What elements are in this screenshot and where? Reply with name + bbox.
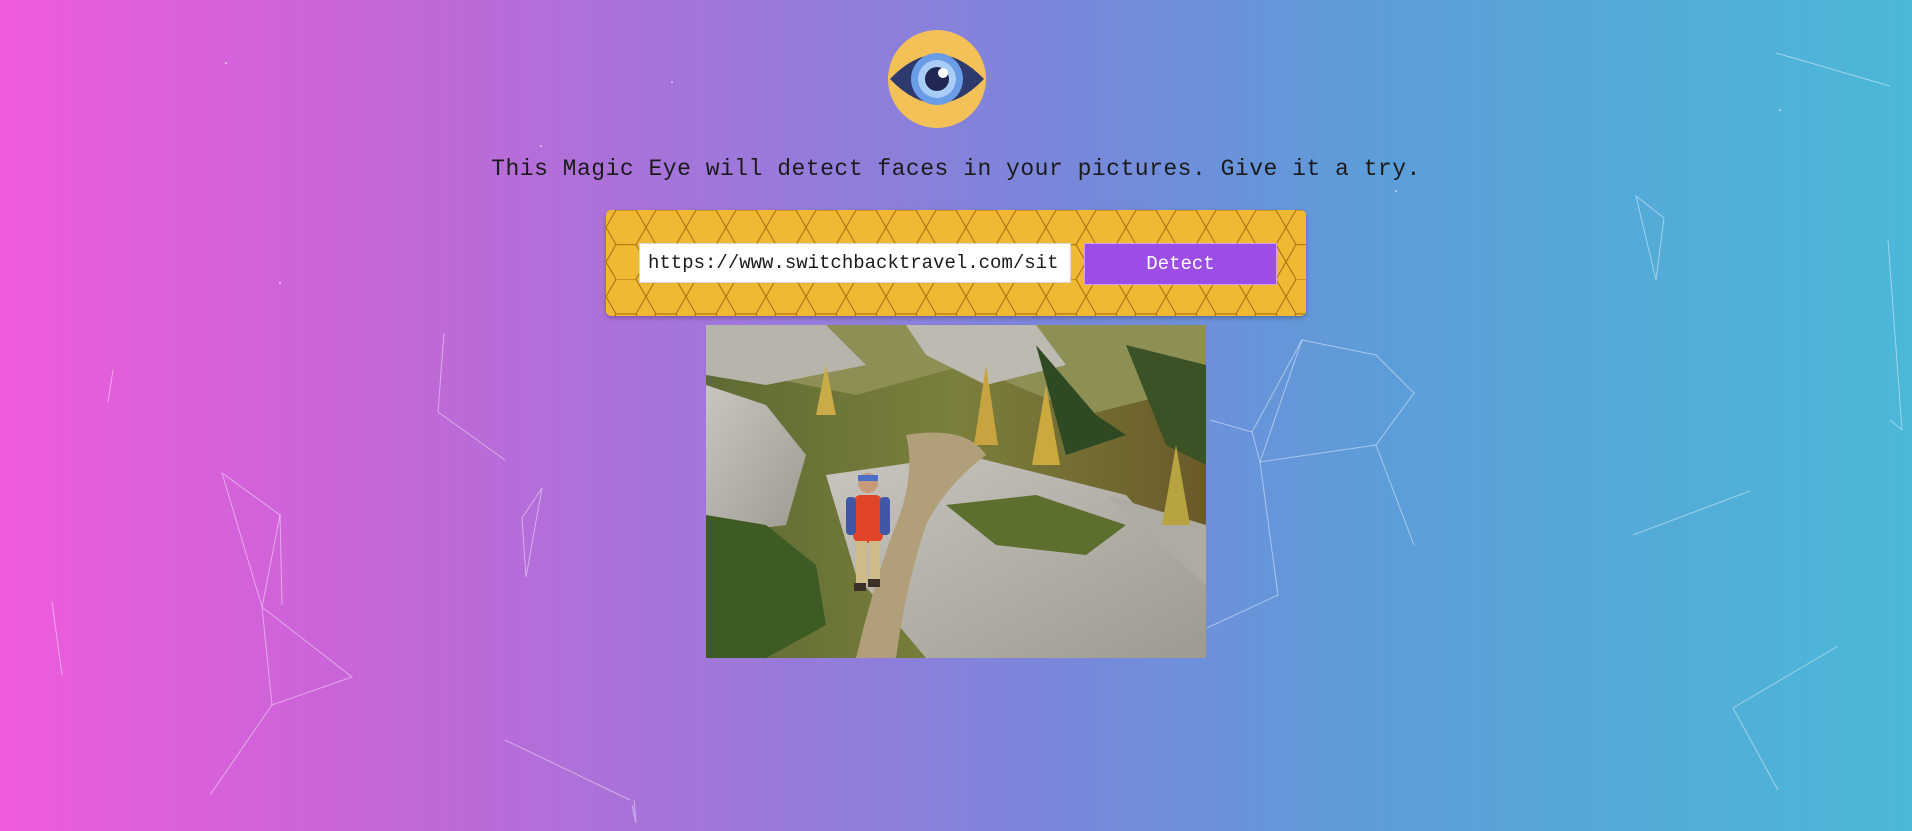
eye-icon: [888, 30, 986, 128]
image-url-input[interactable]: [639, 243, 1071, 283]
uploaded-photo: [706, 325, 1206, 658]
url-search-panel: Detect: [606, 210, 1306, 316]
detect-button[interactable]: Detect: [1084, 243, 1277, 285]
page-tagline: This Magic Eye will detect faces in your…: [491, 156, 1421, 182]
